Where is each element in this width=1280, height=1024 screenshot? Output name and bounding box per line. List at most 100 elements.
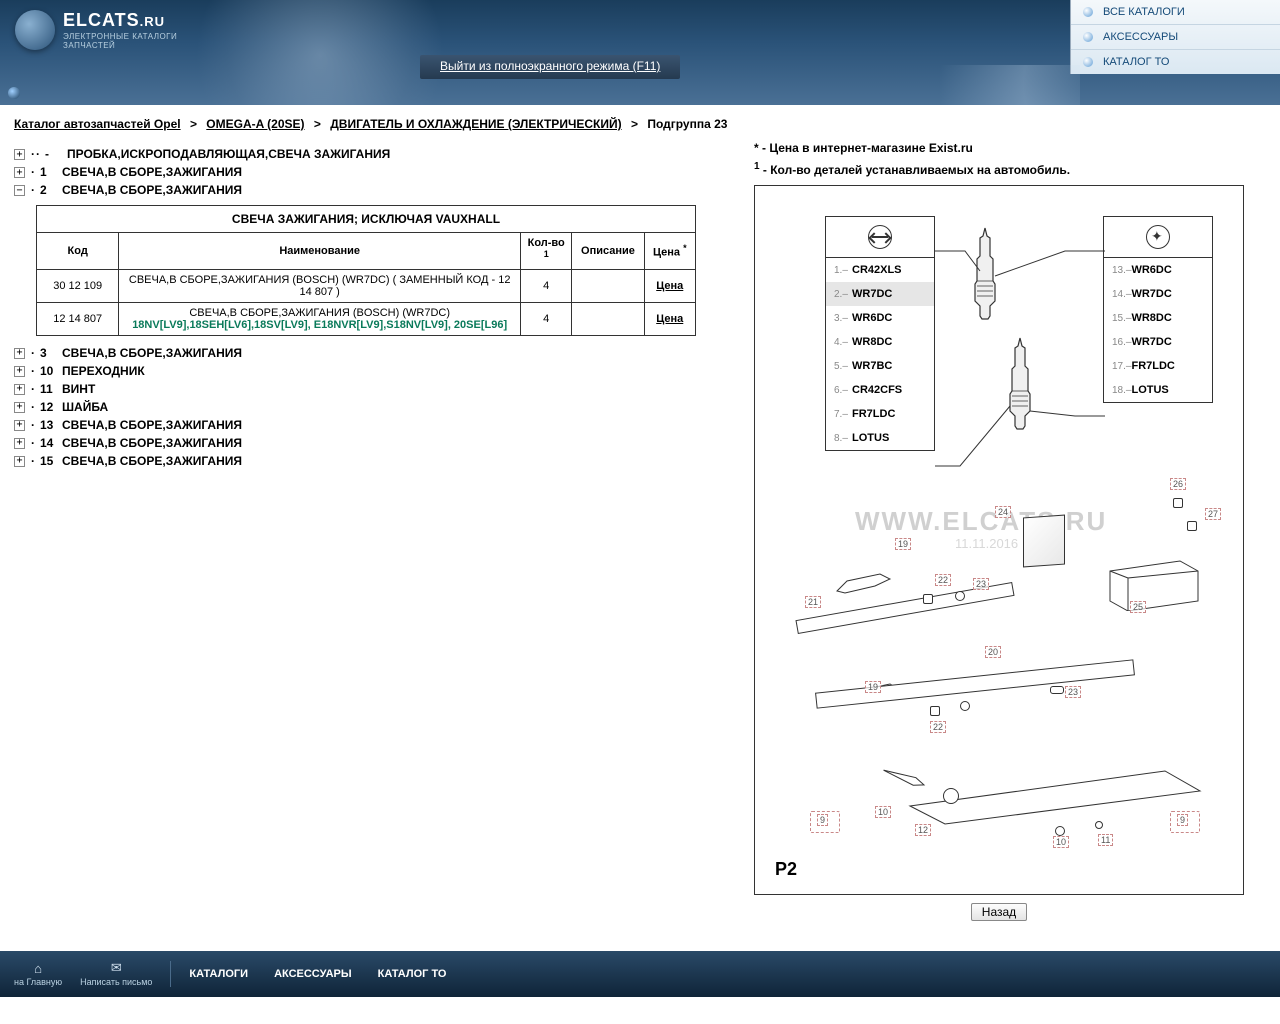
tree-label: СВЕЧА,В СБОРЕ,ЗАЖИГАНИЯ [62,183,242,197]
expand-icon[interactable]: + [14,167,25,178]
price-link[interactable]: Цена [656,313,683,325]
breadcrumb-link-opel[interactable]: Каталог автозапчастей Opel [14,117,181,131]
diagram-list-row[interactable]: 17.– FR7LDC [1104,354,1212,378]
tree-item[interactable]: +·10ПЕРЕХОДНИК [14,362,714,380]
footer-link-catalogs[interactable]: КАТАЛОГИ [189,968,248,980]
tree-item[interactable]: +·14СВЕЧА,В СБОРЕ,ЗАЖИГАНИЯ [14,434,714,452]
logo[interactable]: ELCATS.RU ЭЛЕКТРОННЫЕ КАТАЛОГИ ЗАПЧАСТЕЙ [15,10,177,51]
tree-num: 2 [40,183,62,197]
callout-20: 20 [985,646,1001,658]
expand-icon[interactable]: + [14,438,25,449]
diagram-list-row[interactable]: 8.– LOTUS [826,426,934,450]
price-link[interactable]: Цена [656,280,683,292]
callout-25: 25 [1130,601,1146,613]
tree-label: СВЕЧА,В СБОРЕ,ЗАЖИГАНИЯ [62,436,242,450]
tree-num: 1 [40,165,62,179]
expand-icon[interactable]: + [14,366,25,377]
diagram-list-row[interactable]: 7.– FR7LDC [826,402,934,426]
left-column: +··-ПРОБКА,ИСКРОПОДАВЛЯЮЩАЯ,СВЕЧА ЗАЖИГА… [14,141,714,470]
globe-icon [15,10,55,50]
diagram-list-row[interactable]: 3.– WR6DC [826,306,934,330]
expand-icon[interactable]: + [14,402,25,413]
callout-23: 23 [973,578,989,590]
cell-name-text: СВЕЧА,В СБОРЕ,ЗАЖИГАНИЯ (BOSCH) (WR7DC) [189,307,450,319]
col-qty: Кол-во 1 [520,233,571,270]
cell-qty: 4 [520,269,571,302]
nav-accessories[interactable]: АКСЕССУАРЫ [1071,25,1280,50]
diagram-list-row[interactable]: 13.– WR6DC [1104,258,1212,282]
exit-fullscreen-button[interactable]: Выйти из полноэкранного режима (F11) [420,55,680,79]
opel-logo-icon [826,217,934,258]
row-label: CR42XLS [852,264,902,276]
footer-link-accessories[interactable]: АКСЕССУАРЫ [274,968,352,980]
tree-item[interactable]: +·1СВЕЧА,В СБОРЕ,ЗАЖИГАНИЯ [14,163,714,181]
breadcrumb-link-group[interactable]: ДВИГАТЕЛЬ И ОХЛАЖДЕНИЕ (ЭЛЕКТРИЧЕСКИЙ) [330,117,621,131]
cell-name-text: СВЕЧА,В СБОРЕ,ЗАЖИГАНИЯ (BOSCH) (WR7DC) … [129,274,511,298]
table-title: СВЕЧА ЗАЖИГАНИЯ; ИСКЛЮЧАЯ VAUXHALL [37,206,696,233]
diagram-list-row[interactable]: 14.– WR7DC [1104,282,1212,306]
diagram-list-row[interactable]: 1.– CR42XLS [826,258,934,282]
tree-item[interactable]: +·15СВЕЧА,В СБОРЕ,ЗАЖИГАНИЯ [14,452,714,470]
row-label: FR7LDC [1131,360,1174,372]
table-row: 30 12 109 СВЕЧА,В СБОРЕ,ЗАЖИГАНИЯ (BOSCH… [37,269,696,302]
diagram-list-row[interactable]: 16.– WR7DC [1104,330,1212,354]
bolt-icon [1055,826,1065,836]
callout-9: 9 [817,814,828,826]
diagram-list-row[interactable]: 18.– LOTUS [1104,378,1212,402]
row-label: WR6DC [1131,264,1171,276]
col-price-text: Цена [653,247,680,259]
breadcrumb-link-model[interactable]: OMEGA-A (20SE) [206,117,304,131]
diagram-list-row[interactable]: 4.– WR8DC [826,330,934,354]
tree-item-expanded[interactable]: −·2СВЕЧА,В СБОРЕ,ЗАЖИГАНИЯ [14,181,714,199]
callout-10b: 10 [1053,836,1069,848]
cell-name: СВЕЧА,В СБОРЕ,ЗАЖИГАНИЯ (BOSCH) (WR7DC)1… [119,302,521,335]
cell-desc [572,302,644,335]
row-label: WR7DC [1131,288,1171,300]
parts-tree: +··-ПРОБКА,ИСКРОПОДАВЛЯЮЩАЯ,СВЕЧА ЗАЖИГА… [14,145,714,199]
expand-icon[interactable]: + [14,384,25,395]
footer-link-catalog-to[interactable]: КАТАЛОГ ТО [378,968,447,980]
footer-mail-link[interactable]: ✉Написать письмо [80,961,152,987]
back-button[interactable]: Назад [971,903,1027,921]
footer-home-link[interactable]: ⌂на Главную [14,961,62,987]
spark-plug-icon [1005,336,1035,431]
logo-tagline-2: ЗАПЧАСТЕЙ [63,41,177,51]
expand-icon[interactable]: + [14,456,25,467]
expand-icon[interactable]: + [14,420,25,431]
tree-item[interactable]: +·12ШАЙБА [14,398,714,416]
cell-name: СВЕЧА,В СБОРЕ,ЗАЖИГАНИЯ (BOSCH) (WR7DC) … [119,269,521,302]
diagram-list-row[interactable]: 2.– WR7DC [826,282,934,306]
row-num: 15.– [1112,313,1131,324]
row-num: 5.– [834,361,852,372]
parts-tree-lower: +·3СВЕЧА,В СБОРЕ,ЗАЖИГАНИЯ +·10ПЕРЕХОДНИ… [14,344,714,470]
nut-icon [1095,821,1103,829]
logo-name: ELCATS [63,10,140,30]
tree-item[interactable]: +··-ПРОБКА,ИСКРОПОДАВЛЯЮЩАЯ,СВЕЧА ЗАЖИГА… [14,145,714,163]
diagram-list-row[interactable]: 6.– CR42CFS [826,378,934,402]
tree-item[interactable]: +·3СВЕЧА,В СБОРЕ,ЗАЖИГАНИЯ [14,344,714,362]
callout-24: 24 [995,506,1011,518]
tree-label: ПРОБКА,ИСКРОПОДАВЛЯЮЩАЯ,СВЕЧА ЗАЖИГАНИЯ [67,147,390,161]
diagram[interactable]: 1.– CR42XLS2.– WR7DC3.– WR6DC4.– WR8DC5.… [754,185,1244,895]
header-dot-icon [8,87,20,99]
tree-item[interactable]: +·11ВИНТ [14,380,714,398]
diagram-list-row[interactable]: 5.– WR7BC [826,354,934,378]
tree-label: ПЕРЕХОДНИК [62,364,145,378]
relay-icon [1023,515,1065,568]
logo-tagline-1: ЭЛЕКТРОННЫЕ КАТАЛОГИ [63,32,177,42]
expand-icon[interactable]: + [14,348,25,359]
row-num: 18.– [1112,385,1131,396]
breadcrumb-sep: > [631,117,638,131]
expand-icon[interactable]: + [14,149,25,160]
diagram-list-row[interactable]: 15.– WR8DC [1104,306,1212,330]
tree-item[interactable]: +·13СВЕЧА,В СБОРЕ,ЗАЖИГАНИЯ [14,416,714,434]
washer-icon [923,594,933,604]
nav-catalog-to[interactable]: КАТАЛОГ ТО [1071,50,1280,74]
nav-all-catalogs[interactable]: ВСЕ КАТАЛОГИ [1071,0,1280,25]
top-nav: ВСЕ КАТАЛОГИ АКСЕССУАРЫ КАТАЛОГ ТО [1070,0,1280,74]
callout-9b: 9 [1177,814,1188,826]
callout-22: 22 [935,574,951,586]
collapse-icon[interactable]: − [14,185,25,196]
row-label: WR8DC [852,336,892,348]
washer-icon [943,788,959,804]
